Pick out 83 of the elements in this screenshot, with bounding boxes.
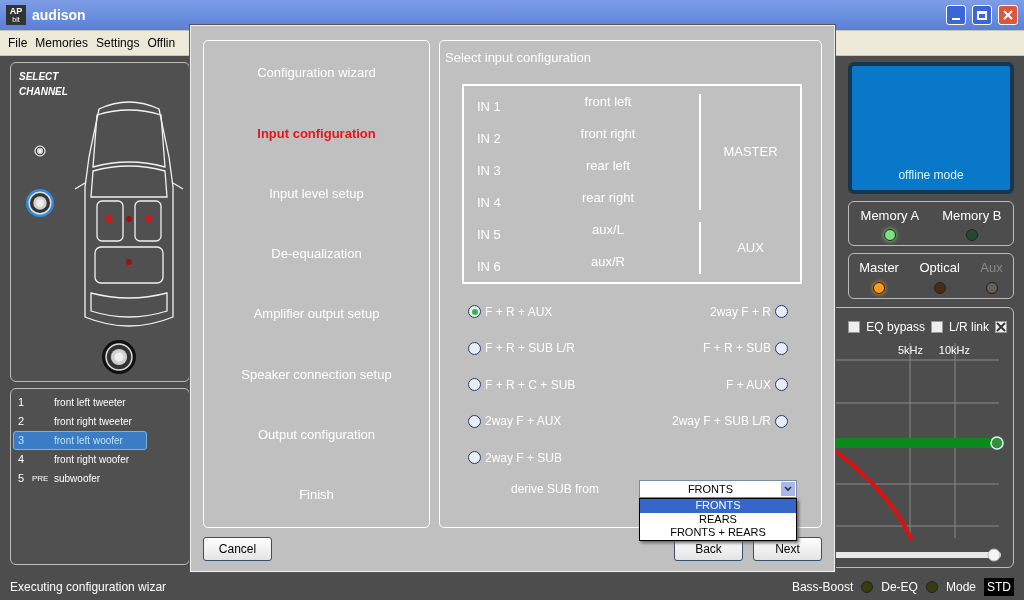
status-label: De-EQ — [881, 579, 918, 596]
menu-item[interactable]: Memories — [35, 34, 89, 52]
radio-button[interactable] — [468, 451, 481, 465]
wizard-step: Input configuration — [204, 123, 429, 144]
input-number: IN 5 — [476, 225, 502, 244]
checkbox-label: L/R link — [949, 318, 989, 336]
radio-button[interactable] — [775, 305, 788, 319]
option-label: 2way F + SUB — [485, 449, 563, 467]
option-label: 2way F + SUB L/R — [671, 413, 771, 431]
source-label: Aux — [980, 259, 1003, 278]
channel-item[interactable]: 1 front left tweeter — [13, 393, 147, 412]
input-number: IN 2 — [476, 129, 502, 148]
maximize-button[interactable] — [972, 5, 992, 25]
speaker-icon[interactable] — [25, 188, 55, 218]
wizard-step: Speaker connection setup — [204, 364, 429, 385]
status-message: Executing configuration wizar — [10, 579, 167, 596]
radio-button[interactable] — [775, 414, 788, 428]
wizard-step: Input level setup — [204, 183, 429, 204]
input-number: IN 1 — [476, 97, 502, 116]
window-title: audison — [32, 5, 86, 25]
memory-label: Memory B — [942, 206, 1002, 225]
input-signal: front right — [579, 124, 637, 143]
dropdown-option[interactable]: FRONTS — [640, 499, 796, 513]
input-number: IN 6 — [476, 257, 502, 276]
option-label: F + AUX — [725, 376, 771, 394]
option-label: F + R + AUX — [485, 303, 553, 321]
caret-icon — [781, 482, 795, 496]
channel-item[interactable]: 5 PRE subwoofer — [13, 469, 147, 488]
checkbox[interactable] — [931, 320, 943, 333]
menu-item[interactable]: Offlin — [147, 34, 176, 52]
input-signal: rear right — [581, 188, 635, 207]
cancel-button[interactable]: Cancel — [203, 537, 272, 561]
option-label: F + R + SUB — [702, 340, 771, 358]
checkbox[interactable] — [995, 320, 1007, 333]
field-label: derive SUB from — [509, 481, 600, 498]
radio-button[interactable] — [468, 378, 481, 392]
option-label: F + R + C + SUB — [485, 376, 576, 394]
radio-button[interactable] — [775, 341, 788, 355]
input-signal: rear left — [584, 156, 632, 175]
channel-item[interactable]: 4 front right woofer — [13, 450, 147, 469]
status-label: Mode — [945, 579, 976, 596]
source-label: Master — [859, 259, 899, 278]
speaker-icon[interactable] — [101, 339, 137, 375]
wizard-step: Finish — [204, 485, 429, 505]
wizard-step: Amplifier output setup — [204, 304, 429, 324]
dropdown-field[interactable]: FRONTS — [639, 480, 797, 498]
wizard-step: De-equalization — [204, 244, 429, 264]
input-number: IN 4 — [476, 193, 502, 212]
memory-label: Memory A — [860, 206, 920, 225]
mode-value: STD — [984, 578, 1014, 596]
close-icon — [1003, 10, 1013, 20]
wizard-step: Configuration wizard — [204, 63, 429, 83]
radio-button[interactable] — [468, 305, 481, 319]
group-label: AUX — [737, 238, 764, 257]
radio-button[interactable] — [775, 378, 788, 392]
menu-item[interactable]: Settings — [96, 34, 140, 52]
radio-button[interactable] — [468, 414, 481, 428]
group-label: MASTER — [723, 142, 778, 161]
checkbox[interactable] — [848, 320, 861, 333]
option-label: 2way F + R — [709, 303, 771, 321]
radio-button[interactable] — [468, 341, 481, 355]
input-signal: aux/R — [590, 252, 626, 271]
input-signal: front left — [583, 92, 633, 111]
channel-item[interactable]: 2 front right tweeter — [13, 412, 147, 431]
frequency-label: 5kHz — [897, 343, 923, 358]
panel-heading: Select input configuration — [445, 49, 592, 67]
minimize-button[interactable] — [946, 5, 966, 25]
input-signal: aux/L — [591, 220, 625, 239]
status-label: Bass-Boost — [791, 579, 854, 596]
screen-status: offline mode — [898, 167, 964, 184]
frequency-label: 10kHz — [938, 343, 970, 358]
speaker-icon[interactable] — [33, 144, 47, 158]
option-label: 2way F + AUX — [485, 413, 562, 431]
menu-item[interactable]: File — [8, 34, 28, 52]
checkbox-label: EQ bypass — [866, 318, 925, 336]
panel-title: SELECT CHANNEL — [19, 70, 69, 99]
dropdown-option[interactable]: REARS — [640, 512, 796, 526]
source-label: Optical — [919, 259, 960, 278]
close-button[interactable] — [998, 5, 1018, 25]
dropdown-option[interactable]: FRONTS + REARS — [640, 526, 796, 540]
option-label: F + R + SUB L/R — [485, 340, 576, 358]
input-number: IN 3 — [476, 161, 502, 180]
wizard-step: Output configuration — [204, 424, 429, 445]
